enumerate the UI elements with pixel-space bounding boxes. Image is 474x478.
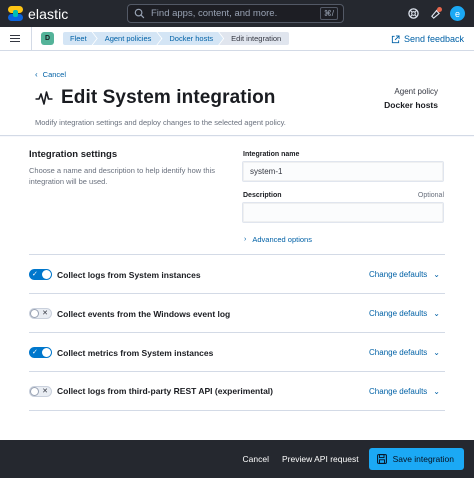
input-label: Collect metrics from System instances: [57, 347, 214, 358]
cross-icon: ✕: [42, 387, 48, 395]
cancel-label: Cancel: [42, 70, 67, 79]
change-defaults-button[interactable]: Change defaults ⌄: [369, 387, 440, 396]
divider: [31, 26, 32, 51]
breadcrumb-agent-policies[interactable]: Agent policies: [93, 32, 162, 45]
page-title: Edit System integration: [61, 87, 276, 108]
global-search[interactable]: Find apps, content, and more. ⌘/: [127, 4, 344, 23]
avatar[interactable]: e: [450, 6, 465, 21]
save-integration-label: Save integration: [392, 454, 454, 464]
breadcrumb-bar: D Fleet Agent policies Docker hosts Edit…: [0, 26, 474, 51]
input-label: Collect logs from third-party REST API (…: [57, 386, 273, 396]
change-defaults-label: Change defaults: [369, 348, 428, 357]
agent-policy-name: Docker hosts: [384, 100, 438, 110]
integration-form: Integration settings Choose a name and d…: [0, 137, 474, 440]
search-input[interactable]: Find apps, content, and more.: [151, 8, 320, 19]
notification-dot: [437, 7, 442, 12]
send-feedback-link[interactable]: Send feedback: [391, 27, 464, 51]
newsfeed-icon[interactable]: [424, 0, 446, 27]
advanced-options-toggle[interactable]: › Advanced options: [244, 235, 312, 244]
search-icon: [134, 8, 145, 19]
change-defaults-label: Change defaults: [369, 386, 428, 396]
input-label: Collect events from the Windows event lo…: [57, 308, 231, 319]
search-shortcut: ⌘/: [319, 7, 338, 20]
input-row-windows-events: ✕ Collect events from the Windows event …: [29, 293, 445, 333]
chevron-down-icon: ⌄: [433, 309, 440, 318]
toggle-windows-events[interactable]: ✕: [29, 308, 52, 319]
description-field[interactable]: [242, 202, 444, 223]
chevron-down-icon: ⌄: [433, 270, 440, 279]
optional-label: Optional: [417, 192, 444, 199]
integration-name-label: Integration name: [243, 151, 300, 158]
input-row-system-metrics: ✓ Collect metrics from System instances …: [29, 332, 445, 372]
save-icon: [376, 454, 387, 464]
input-row-rest-api: ✕ Collect logs from third-party REST API…: [29, 371, 445, 411]
integration-name-field[interactable]: system-1: [242, 161, 444, 182]
space-avatar[interactable]: D: [41, 32, 54, 45]
input-row-system-logs: ✓ Collect logs from System instances Cha…: [29, 254, 445, 294]
breadcrumb: Fleet Agent policies Docker hosts Edit i…: [63, 32, 290, 45]
toggle-system-logs[interactable]: ✓: [29, 269, 52, 280]
change-defaults-label: Change defaults: [369, 309, 428, 318]
external-link-icon: [391, 34, 400, 43]
page-header: ‹ Cancel Edit System integration Modify …: [0, 51, 474, 136]
chevron-down-icon: ⌄: [433, 348, 440, 357]
system-integration-icon: [35, 91, 53, 105]
chevron-right-icon: ›: [244, 236, 247, 243]
breadcrumb-edit-integration: Edit integration: [219, 32, 290, 45]
section-title: Integration settings: [29, 149, 118, 160]
preview-api-request-button[interactable]: Preview API request: [282, 454, 359, 464]
breadcrumb-fleet[interactable]: Fleet: [63, 32, 97, 45]
global-header: elastic Find apps, content, and more. ⌘/: [0, 0, 474, 27]
cancel-link[interactable]: ‹ Cancel: [35, 70, 66, 79]
send-feedback-label: Send feedback: [403, 34, 464, 44]
page-description: Modify integration settings and deploy c…: [35, 118, 286, 127]
check-icon: ✓: [32, 349, 38, 356]
chevron-down-icon: ⌄: [433, 386, 440, 396]
agent-policy-info: Agent policy Docker hosts: [384, 87, 438, 110]
brand-name: elastic: [28, 5, 69, 22]
bottom-bar: Cancel Preview API request Save integrat…: [0, 440, 474, 478]
change-defaults-label: Change defaults: [369, 270, 428, 279]
cross-icon: ✕: [42, 310, 48, 317]
description-label: Description: [243, 192, 282, 199]
section-description: Choose a name and description to help id…: [29, 166, 215, 186]
change-defaults-button[interactable]: Change defaults ⌄: [369, 348, 440, 357]
save-integration-button[interactable]: Save integration: [368, 448, 464, 470]
help-icon[interactable]: [402, 0, 424, 27]
cancel-button[interactable]: Cancel: [243, 454, 269, 464]
input-label: Collect logs from System instances: [57, 269, 201, 280]
toggle-system-metrics[interactable]: ✓: [29, 347, 52, 358]
change-defaults-button[interactable]: Change defaults ⌄: [369, 270, 440, 279]
menu-icon[interactable]: [10, 34, 20, 43]
agent-policy-label: Agent policy: [394, 87, 438, 96]
advanced-options-label: Advanced options: [252, 235, 312, 244]
change-defaults-button[interactable]: Change defaults ⌄: [369, 309, 440, 318]
elastic-logo-icon: [8, 6, 23, 21]
elastic-logo[interactable]: elastic: [8, 6, 68, 22]
check-icon: ✓: [32, 271, 38, 278]
integration-name-value: system-1: [250, 167, 283, 176]
chevron-left-icon: ‹: [35, 70, 38, 79]
breadcrumb-docker-hosts[interactable]: Docker hosts: [157, 32, 223, 45]
toggle-rest-api[interactable]: ✕: [29, 385, 52, 397]
